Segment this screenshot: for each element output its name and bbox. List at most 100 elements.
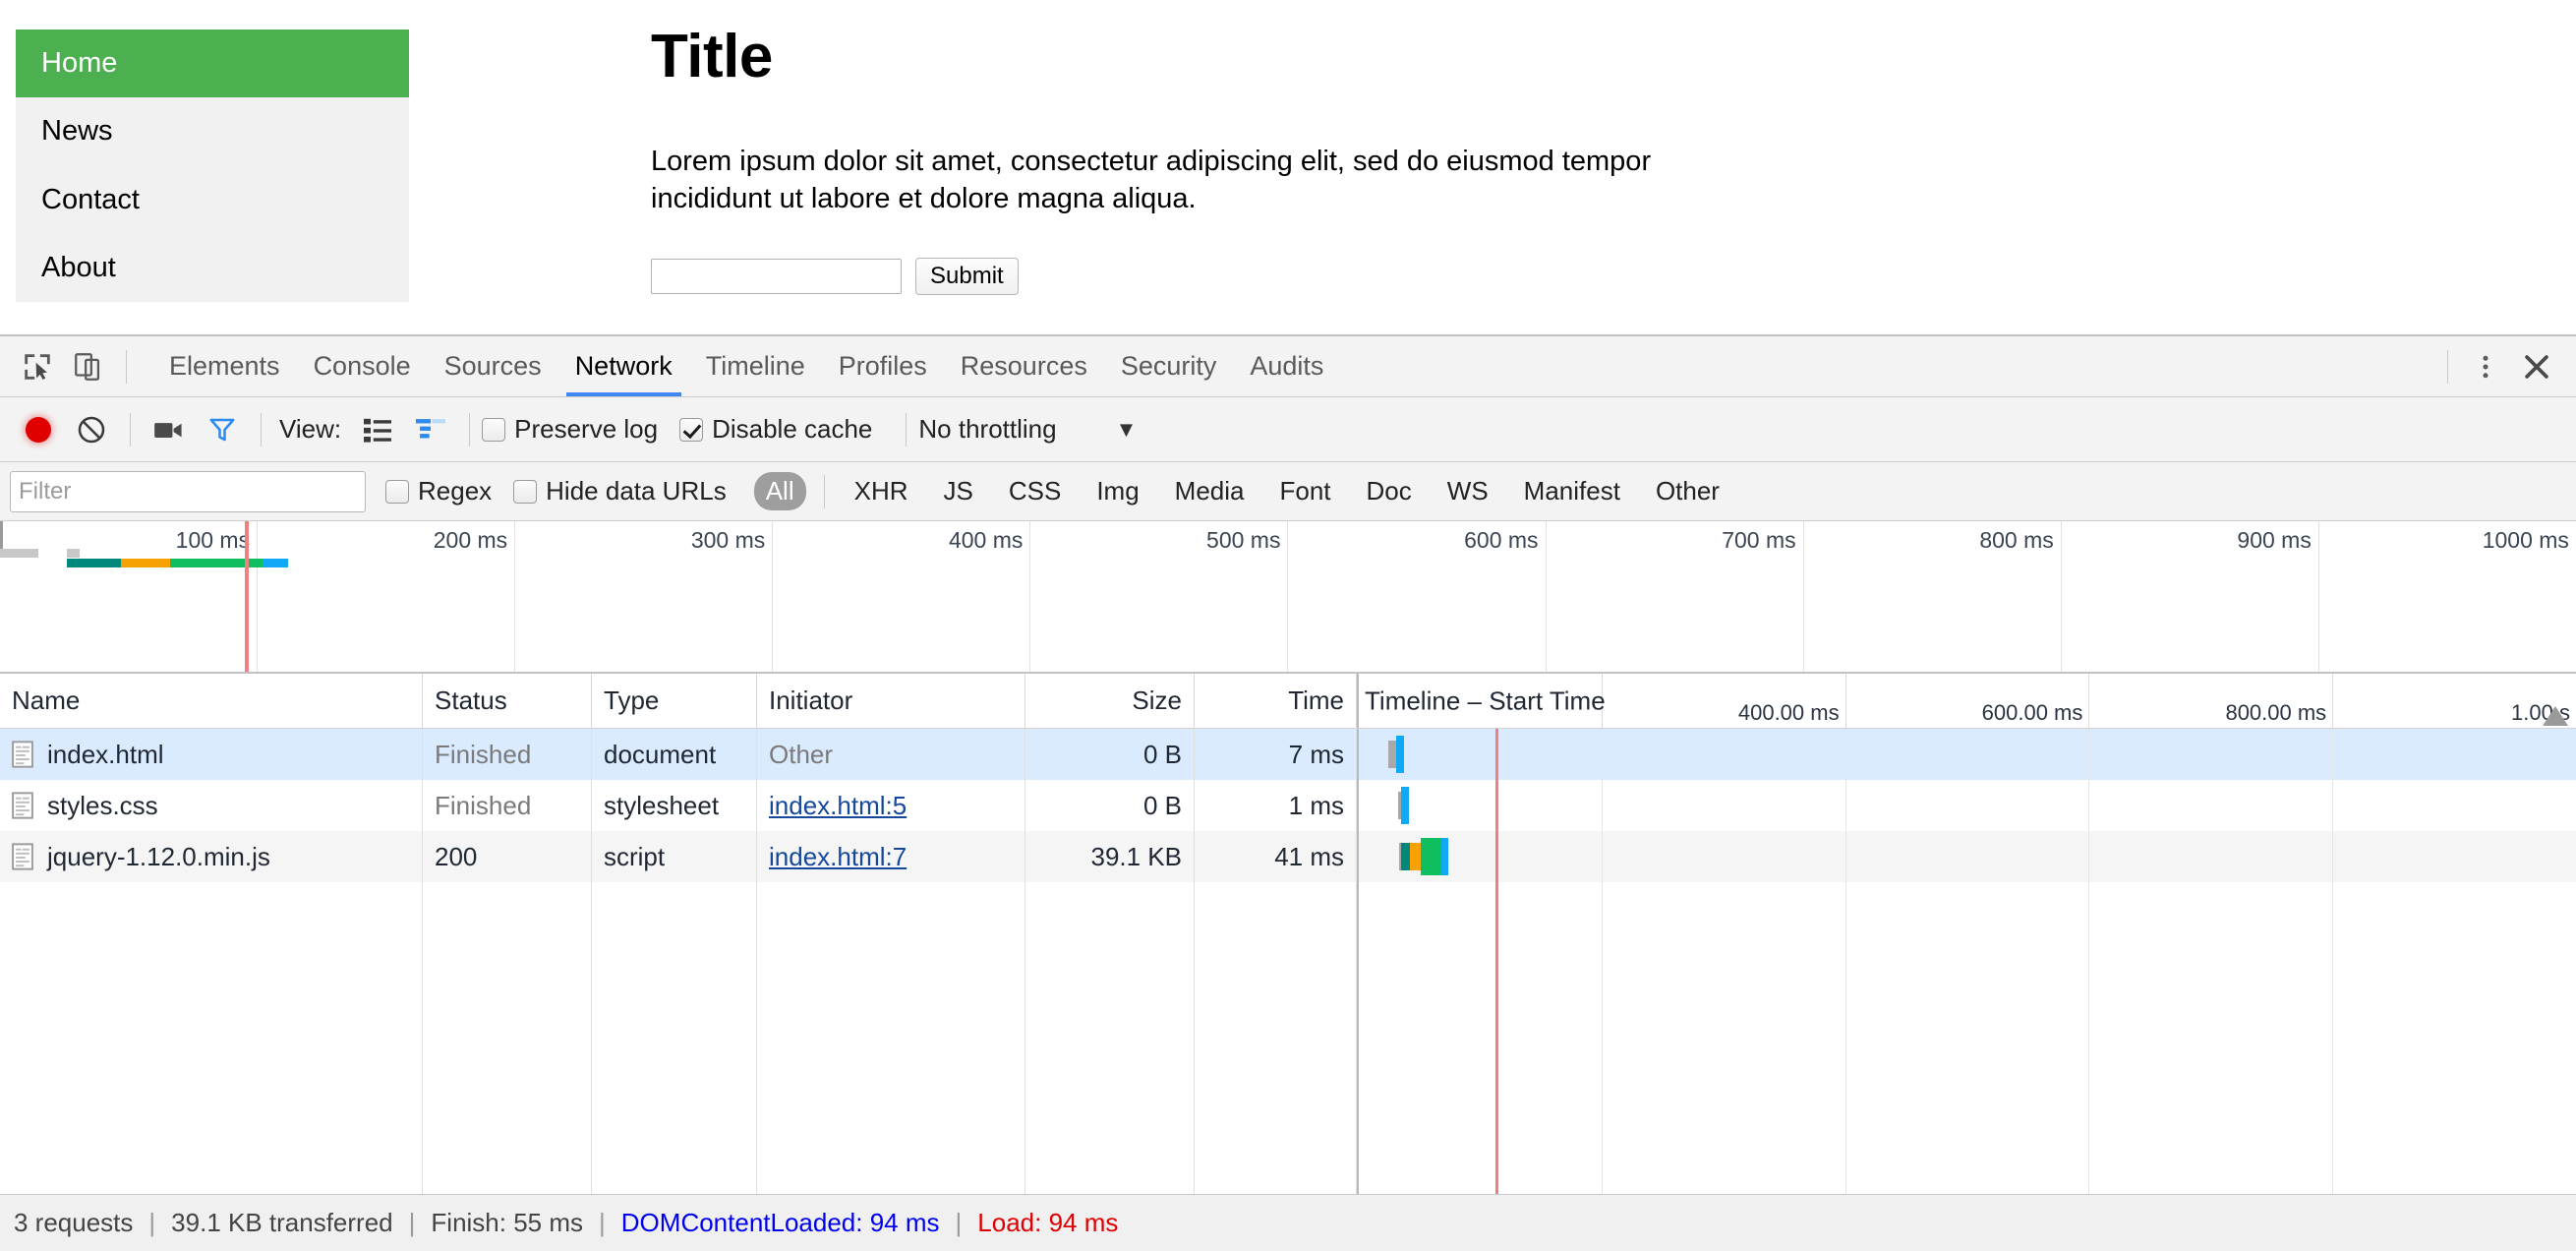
overview-tick-label: 100 ms bbox=[175, 527, 251, 553]
waterfall-view-icon[interactable] bbox=[404, 403, 457, 456]
overview-gridcell: 400 ms bbox=[773, 521, 1031, 672]
cell-name[interactable]: jquery-1.12.0.min.js bbox=[0, 831, 423, 882]
overview-tick-label: 400 ms bbox=[948, 527, 1024, 553]
preserve-log-label: Preserve log bbox=[514, 414, 659, 444]
filter-type-css[interactable]: CSS bbox=[997, 472, 1073, 510]
filter-type-manifest[interactable]: Manifest bbox=[1512, 472, 1632, 510]
tab-audits[interactable]: Audits bbox=[1233, 336, 1340, 396]
table-row[interactable]: styles.css Finished stylesheet index.html:5… bbox=[0, 780, 2576, 831]
regex-label: Regex bbox=[418, 476, 493, 506]
filter-type-js[interactable]: JS bbox=[932, 472, 985, 510]
tab-timeline[interactable]: Timeline bbox=[689, 336, 822, 396]
chevron-down-icon[interactable]: ▼ bbox=[1116, 417, 1138, 443]
tab-label: Elements bbox=[169, 351, 280, 381]
filter-type-media[interactable]: Media bbox=[1163, 472, 1257, 510]
page-text-input[interactable] bbox=[651, 258, 902, 294]
cell-type: stylesheet bbox=[592, 780, 757, 831]
cell-name[interactable]: index.html bbox=[0, 729, 423, 780]
nav-item-news[interactable]: News bbox=[16, 97, 409, 165]
cell-value[interactable]: index.html:5 bbox=[769, 791, 907, 821]
nav-item-contact[interactable]: Contact bbox=[16, 166, 409, 234]
table-row[interactable]: index.html Finished document Other 0 B 7 ms bbox=[0, 729, 2576, 780]
cell-initiator[interactable]: index.html:7 bbox=[757, 831, 1025, 882]
overview-band bbox=[67, 549, 81, 558]
funnel-icon[interactable] bbox=[196, 403, 249, 456]
tab-console[interactable]: Console bbox=[297, 336, 428, 396]
clear-button[interactable] bbox=[65, 403, 118, 456]
tab-label: Sources bbox=[443, 351, 542, 381]
filter-type-other[interactable]: Other bbox=[1644, 472, 1731, 510]
network-overview-timeline[interactable]: 100 ms 200 ms 300 ms 400 ms 500 ms 600 ms 700 … bbox=[0, 521, 2576, 674]
camera-icon[interactable] bbox=[143, 403, 196, 456]
filter-type-xhr[interactable]: XHR bbox=[843, 472, 920, 510]
cell-waterfall bbox=[1357, 831, 2576, 882]
inspect-element-icon[interactable] bbox=[12, 341, 63, 392]
waterfall-gridcol bbox=[2089, 831, 2334, 882]
tab-security[interactable]: Security bbox=[1104, 336, 1234, 396]
waterfall-bar bbox=[1409, 843, 1421, 870]
column-header-time[interactable]: Time bbox=[1195, 674, 1357, 728]
close-icon[interactable] bbox=[2511, 341, 2562, 392]
filter-type-font[interactable]: Font bbox=[1268, 472, 1343, 510]
column-header-name[interactable]: Name bbox=[0, 674, 423, 728]
overview-gridcell: 500 ms bbox=[1030, 521, 1289, 672]
cell-value: Other bbox=[769, 739, 834, 769]
request-name: index.html bbox=[47, 739, 164, 769]
throttling-select[interactable]: No throttling ▼ bbox=[918, 414, 1137, 445]
cell-status: 200 bbox=[423, 831, 592, 882]
cell-value: 0 B bbox=[1142, 739, 1182, 769]
regex-checkbox[interactable]: Regex bbox=[385, 476, 492, 506]
filter-type-doc[interactable]: Doc bbox=[1355, 472, 1424, 510]
cell-size: 0 B bbox=[1025, 729, 1195, 780]
preserve-log-checkbox[interactable]: Preserve log bbox=[482, 414, 658, 445]
overview-tick-label: 500 ms bbox=[1206, 527, 1281, 553]
tab-profiles[interactable]: Profiles bbox=[822, 336, 944, 396]
column-header-initiator[interactable]: Initiator bbox=[757, 674, 1025, 728]
waterfall-bar bbox=[1440, 838, 1448, 875]
tab-label: Security bbox=[1120, 351, 1217, 381]
list-view-icon[interactable] bbox=[351, 403, 404, 456]
nav-item-label: Home bbox=[41, 47, 118, 79]
submit-button[interactable]: Submit bbox=[915, 257, 1019, 295]
overview-gridlines: 100 ms 200 ms 300 ms 400 ms 500 ms 600 ms 700 … bbox=[0, 521, 2576, 672]
overview-tick-label: 200 ms bbox=[433, 527, 508, 553]
tab-elements[interactable]: Elements bbox=[152, 336, 297, 396]
overview-band bbox=[0, 549, 39, 558]
column-header-status[interactable]: Status bbox=[423, 674, 592, 728]
filter-type-all[interactable]: All bbox=[753, 472, 806, 510]
waterfall-gridcol: 600.00 ms bbox=[1846, 674, 2090, 728]
waterfall-gridcol bbox=[2333, 882, 2576, 1194]
column-header-waterfall[interactable]: 400.00 ms 600.00 ms 800.00 ms 1.00 s Timelin… bbox=[1357, 674, 2576, 728]
more-options-icon[interactable] bbox=[2460, 341, 2511, 392]
tab-resources[interactable]: Resources bbox=[944, 336, 1104, 396]
cell-value[interactable]: index.html:7 bbox=[769, 842, 907, 872]
hide-data-urls-checkbox[interactable]: Hide data URLs bbox=[513, 476, 727, 506]
scroll-up-arrow-icon[interactable] bbox=[2543, 706, 2568, 726]
overview-tick-label: 1000 ms bbox=[2482, 527, 2569, 553]
cell-waterfall bbox=[1357, 729, 2576, 780]
filter-type-label: CSS bbox=[1008, 476, 1062, 506]
cell-initiator[interactable]: index.html:5 bbox=[757, 780, 1025, 831]
waterfall-tick-label: 400.00 ms bbox=[1737, 700, 1840, 725]
cell-name[interactable]: styles.css bbox=[0, 780, 423, 831]
disable-cache-checkbox[interactable]: Disable cache bbox=[679, 414, 872, 445]
column-header-size[interactable]: Size bbox=[1025, 674, 1195, 728]
status-separator: | bbox=[955, 1208, 963, 1237]
filter-input[interactable] bbox=[10, 470, 366, 512]
record-button[interactable] bbox=[12, 403, 65, 456]
table-row[interactable]: jquery-1.12.0.min.js 200 script index.html:… bbox=[0, 831, 2576, 882]
tab-network[interactable]: Network bbox=[558, 336, 689, 396]
nav-item-about[interactable]: About bbox=[16, 234, 409, 302]
filter-type-ws[interactable]: WS bbox=[1435, 472, 1500, 510]
filter-type-img[interactable]: Img bbox=[1084, 472, 1150, 510]
overview-gridcell: 300 ms bbox=[515, 521, 774, 672]
network-summary-statusbar: 3 requests | 39.1 KB transferred | Finis… bbox=[0, 1194, 2576, 1251]
column-header-type[interactable]: Type bbox=[592, 674, 757, 728]
waterfall-row-grid bbox=[1359, 780, 2576, 831]
waterfall-gridcol bbox=[1603, 729, 1846, 780]
tab-sources[interactable]: Sources bbox=[428, 336, 558, 396]
device-toolbar-icon[interactable] bbox=[63, 341, 114, 392]
nav-item-home[interactable]: Home bbox=[16, 30, 409, 98]
cell-value: stylesheet bbox=[604, 790, 720, 820]
table-header-row: Name Status Type Initiator Size Time 400.00 ms… bbox=[0, 674, 2576, 729]
